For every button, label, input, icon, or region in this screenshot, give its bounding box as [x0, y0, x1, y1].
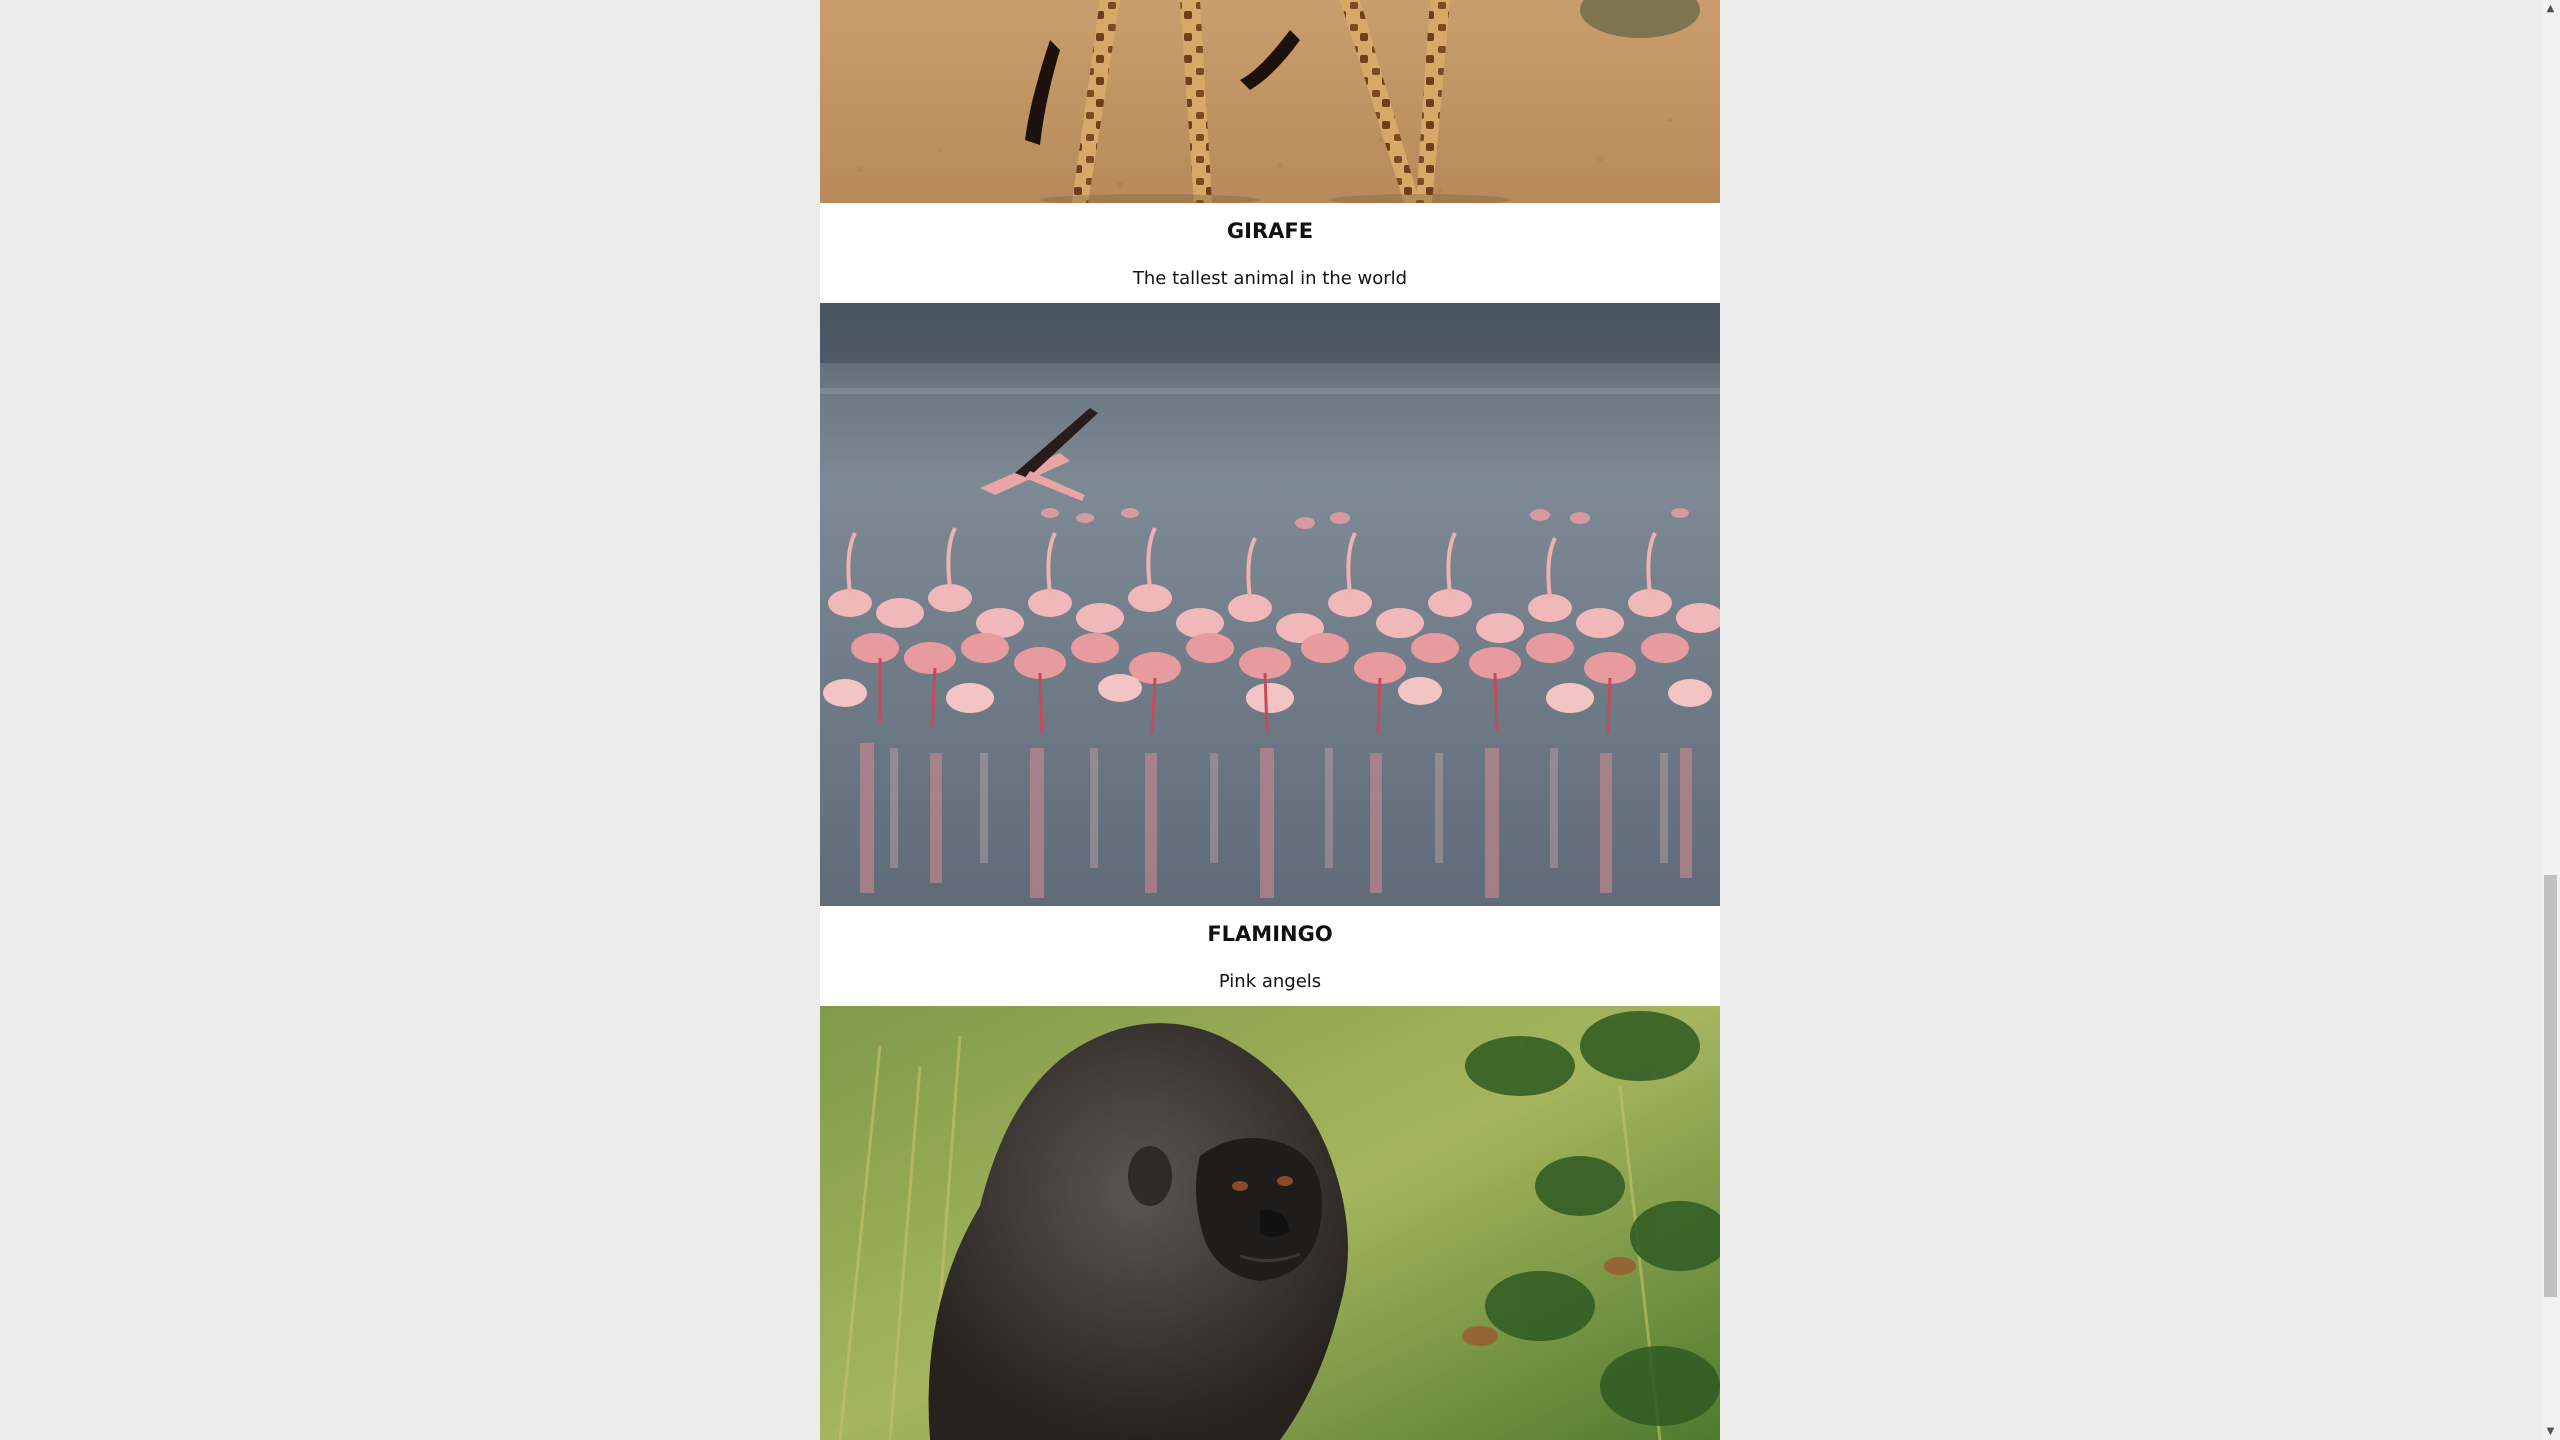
giraffe-image-svg [820, 0, 1720, 203]
gorilla-image [820, 1006, 1720, 1440]
card-description: The tallest animal in the world [1132, 268, 1408, 289]
flamingo-caption: FLAMINGO Pink angels [820, 906, 1720, 1006]
page-viewport: GIRAFE The tallest animal in the world F… [0, 0, 2541, 1440]
card-description: Pink angels [1218, 971, 1322, 992]
scroll-down-icon[interactable]: ▼ [2541, 1423, 2560, 1440]
scrollbar-thumb[interactable] [2544, 875, 2557, 1297]
card-title: FLAMINGO [1207, 922, 1333, 946]
vertical-scrollbar[interactable]: ▲ ▼ [2541, 0, 2560, 1440]
flamingo-image-svg [820, 303, 1720, 906]
gorilla-image-svg [820, 1006, 1720, 1440]
flamingo-image [820, 303, 1720, 906]
scroll-up-icon[interactable]: ▲ [2541, 0, 2560, 17]
girafe-caption: GIRAFE The tallest animal in the world [820, 203, 1720, 303]
giraffe-image [820, 0, 1720, 203]
card-title: GIRAFE [1226, 219, 1314, 243]
